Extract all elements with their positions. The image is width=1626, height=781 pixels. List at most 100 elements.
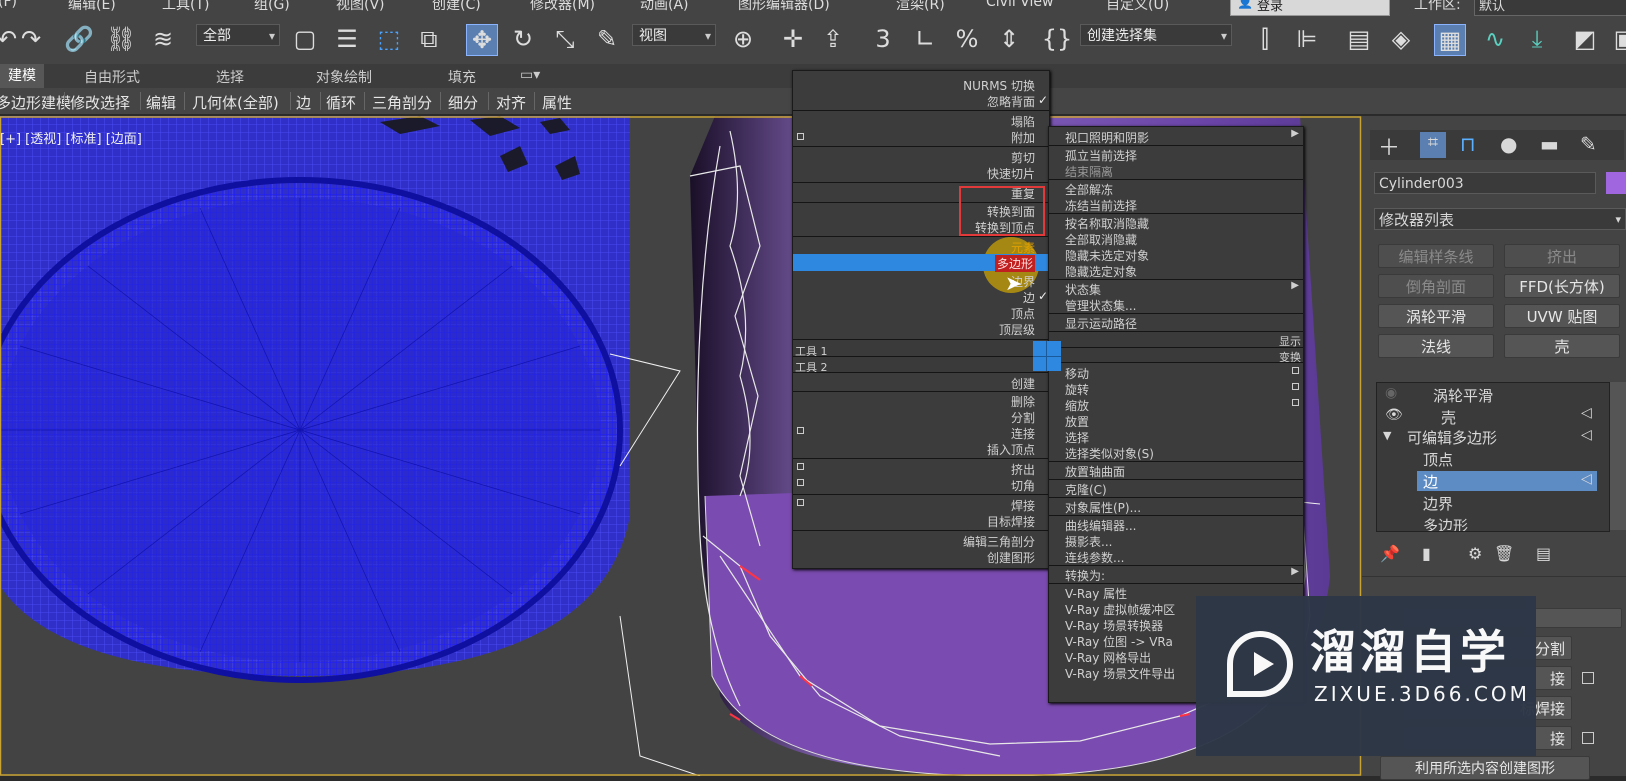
quad-move[interactable]: 移动 xyxy=(1065,365,1089,382)
settings-box-icon[interactable] xyxy=(797,463,804,470)
tab-freeform[interactable]: 自由形式 xyxy=(84,67,140,87)
menu-animation[interactable]: 动画(A) xyxy=(640,0,689,14)
material-editor-icon[interactable]: ◩ xyxy=(1570,24,1600,54)
quad-clone[interactable]: 克隆(C) xyxy=(1065,481,1107,498)
menu-file[interactable]: (F) xyxy=(0,0,17,10)
modifier-list-dropdown[interactable]: 修改器列表 ▾ xyxy=(1374,208,1626,230)
rotate-icon[interactable]: ↻ xyxy=(508,24,538,54)
snap-3-icon[interactable]: 3 xyxy=(868,24,898,54)
quad-unfreeze-all[interactable]: 全部解冻 xyxy=(1065,181,1113,198)
quad-vray-mesh-export[interactable]: V-Ray 网格导出 xyxy=(1065,649,1151,666)
menu-group[interactable]: 组(G) xyxy=(254,0,290,14)
ribbon-geometry-all[interactable]: 几何体(全部) xyxy=(192,92,279,113)
make-unique-icon[interactable]: ⚙ xyxy=(1468,544,1482,563)
motion-tab-icon[interactable]: ● xyxy=(1500,132,1517,156)
ribbon-modify-selection[interactable]: 修改选择 xyxy=(70,92,130,113)
quad-vray-bitmap[interactable]: V-Ray 位图 -> VRa xyxy=(1065,633,1173,650)
quad-remove[interactable]: 删除 xyxy=(1011,393,1035,410)
select-manipulate-icon[interactable]: ✛ xyxy=(778,24,808,54)
settings-box-icon[interactable] xyxy=(1582,732,1594,744)
layer-explorer-icon[interactable]: ▤ xyxy=(1344,24,1374,54)
ribbon-subdivision[interactable]: 细分 xyxy=(448,92,478,113)
edit-named-sets-icon[interactable]: {} xyxy=(1042,24,1073,54)
keyboard-shortcut-icon[interactable]: ⇪ xyxy=(818,24,848,54)
modifier-stack[interactable]: ◉ 涡轮平滑 👁 壳 ◁ ▼ 可编辑多边形 ◁ 顶点 边 ◁ 边界 多边形 xyxy=(1376,382,1610,532)
ribbon-triangulation[interactable]: 三角剖分 xyxy=(372,92,432,113)
menu-civil-view[interactable]: Civil View xyxy=(986,0,1053,10)
btn-bevel-profile[interactable]: 倒角剖面 xyxy=(1378,274,1494,298)
hierarchy-tab-icon[interactable]: ⊓ xyxy=(1460,132,1476,156)
menu-graph-editors[interactable]: 图形编辑器(D) xyxy=(738,0,830,14)
quad-attach[interactable]: 附加 xyxy=(1011,129,1035,146)
quad-target-weld[interactable]: 目标焊接 xyxy=(987,513,1035,530)
align-icon[interactable]: ⊫ xyxy=(1292,24,1322,54)
quad-object-properties[interactable]: 对象属性(P)... xyxy=(1065,499,1141,516)
settings-box-icon[interactable] xyxy=(797,133,804,140)
select-by-name-icon[interactable]: ☰ xyxy=(332,24,362,54)
eye-icon[interactable]: ◉ xyxy=(1385,385,1397,401)
configure-sets-icon[interactable]: ▤ xyxy=(1536,544,1551,563)
quad-vray-vfb[interactable]: V-Ray 虚拟帧缓冲区 xyxy=(1065,601,1175,618)
object-color-swatch[interactable] xyxy=(1606,172,1626,194)
quad-extrude[interactable]: 挤出 xyxy=(1011,461,1035,478)
show-end-result-icon[interactable]: ▮ xyxy=(1422,544,1431,563)
expand-icon[interactable]: ▼ xyxy=(1383,429,1391,442)
quad-create[interactable]: 创建 xyxy=(1011,375,1035,392)
percent-snap-icon[interactable]: % xyxy=(952,24,982,54)
ribbon-options-icon[interactable]: ▭▾ xyxy=(520,67,540,83)
btn-edit-spline[interactable]: 编辑样条线 xyxy=(1378,244,1494,268)
btn-uvw-map[interactable]: UVW 贴图 xyxy=(1504,304,1620,328)
quad-top-level[interactable]: 顶层级 xyxy=(999,321,1035,338)
bind-spacewarp-icon[interactable]: ≋ xyxy=(148,24,178,54)
btn-create-shape-from-selection[interactable]: 利用所选内容创建图形 xyxy=(1380,756,1590,780)
menu-views[interactable]: 视图(V) xyxy=(336,0,385,14)
redo-icon[interactable]: ↷ xyxy=(16,24,46,54)
settings-box-icon[interactable] xyxy=(1292,367,1299,374)
quad-unhide-by-name[interactable]: 按名称取消隐藏 xyxy=(1065,215,1149,232)
stack-item-edge[interactable]: 边 xyxy=(1423,471,1438,492)
create-tab-icon[interactable]: ＋ xyxy=(1378,130,1400,162)
spinner-snap-icon[interactable]: ⇕ xyxy=(994,24,1024,54)
link-icon[interactable]: 🔗 xyxy=(64,24,94,54)
angle-snap-icon[interactable]: ∟ xyxy=(910,24,940,54)
quad-viewport-lighting[interactable]: 视口照明和阴影 xyxy=(1065,129,1149,146)
quad-quickslice[interactable]: 快速切片 xyxy=(987,165,1035,182)
tab-selection[interactable]: 选择 xyxy=(216,67,244,87)
quad-curve-editor[interactable]: 曲线编辑器... xyxy=(1065,517,1136,534)
quad-end-isolate[interactable]: 结束隔离 xyxy=(1065,163,1113,180)
curve-editor-icon[interactable]: ∿ xyxy=(1480,24,1510,54)
workspace-dropdown[interactable]: 默认 xyxy=(1474,0,1626,16)
viewport-label[interactable]: [+] [透视] [标准] [边面] xyxy=(0,128,142,147)
scale-icon[interactable]: ⤡ xyxy=(550,24,580,54)
ribbon-edit[interactable]: 编辑 xyxy=(146,92,176,113)
tab-populate[interactable]: 填充 xyxy=(448,67,476,87)
scene-explorer-icon[interactable]: ◈ xyxy=(1386,24,1416,54)
quad-create-shape[interactable]: 创建图形 xyxy=(987,549,1035,566)
ribbon-edges[interactable]: 边 xyxy=(296,92,311,113)
quad-cut[interactable]: 剪切 xyxy=(1011,149,1035,166)
stack-item-editable-poly[interactable]: 可编辑多边形 xyxy=(1407,427,1497,448)
quad-isolate-selection[interactable]: 孤立当前选择 xyxy=(1065,147,1137,164)
btn-extrude[interactable]: 挤出 xyxy=(1504,244,1620,268)
tab-modeling[interactable]: 建模 xyxy=(0,64,44,88)
window-crossing-icon[interactable]: ⧉ xyxy=(414,24,444,54)
quad-convert-to[interactable]: 转换为: xyxy=(1065,567,1105,584)
rect-region-icon[interactable]: ⬚ xyxy=(374,24,404,54)
stack-item-border[interactable]: 边界 xyxy=(1423,493,1453,514)
quad-edge[interactable]: 边 xyxy=(1023,289,1035,306)
menu-rendering[interactable]: 渲染(R) xyxy=(896,0,945,14)
quad-hide-selection[interactable]: 隐藏选定对象 xyxy=(1065,263,1137,280)
menu-edit[interactable]: 编辑(E) xyxy=(68,0,116,14)
quad-hide-unselected[interactable]: 隐藏未选定对象 xyxy=(1065,247,1149,264)
settings-box-icon[interactable] xyxy=(1582,672,1594,684)
stack-item-vertex[interactable]: 顶点 xyxy=(1423,449,1453,470)
pin-toggle-icon[interactable]: ◁ xyxy=(1581,405,1592,421)
settings-box-icon[interactable] xyxy=(797,479,804,486)
stack-item-shell[interactable]: 壳 xyxy=(1441,407,1456,428)
stack-scrollbar[interactable] xyxy=(1610,382,1626,530)
ribbon-loops[interactable]: 循环 xyxy=(326,92,356,113)
menu-tools[interactable]: 工具(T) xyxy=(162,0,209,14)
menu-modifiers[interactable]: 修改器(M) xyxy=(530,0,595,14)
quad-vray-scene-export[interactable]: V-Ray 场景文件导出 xyxy=(1065,665,1175,682)
schematic-icon[interactable]: ⤓ xyxy=(1522,24,1552,54)
